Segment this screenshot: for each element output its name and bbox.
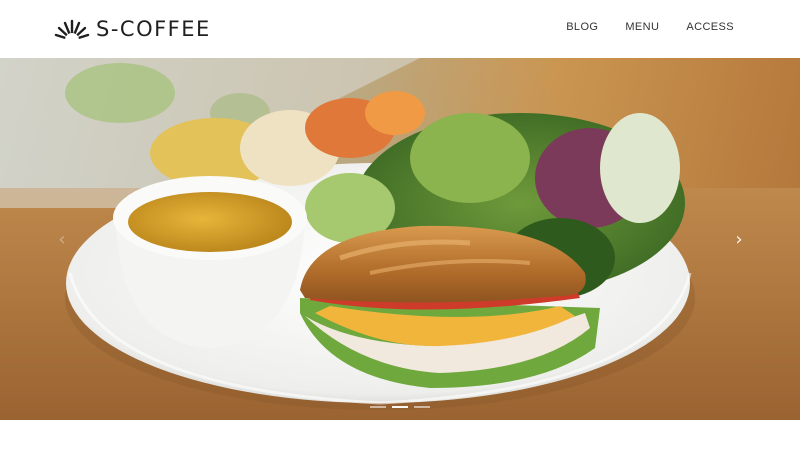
nav-link-blog[interactable]: BLOG <box>566 21 598 33</box>
sunburst-icon <box>54 19 90 42</box>
site-logo[interactable]: S-COFFEE <box>52 14 211 44</box>
nav-link-menu[interactable]: MENU <box>625 21 659 33</box>
page-below-hero <box>0 420 800 450</box>
slider-dot-active[interactable] <box>392 406 408 408</box>
slider-prev-arrow[interactable]: ‹ <box>52 229 72 250</box>
hero-slider: ‹ › <box>0 58 800 420</box>
slider-pagination <box>0 406 800 408</box>
nav-link-access[interactable]: ACCESS <box>686 21 734 33</box>
site-header: S-COFFEE BLOG MENU ACCESS <box>0 0 800 58</box>
slider-dot[interactable] <box>370 406 386 408</box>
logo-text: S-COFFEE <box>96 17 211 41</box>
hero-image <box>0 58 800 420</box>
main-nav: BLOG MENU ACCESS <box>566 21 734 33</box>
slider-dot[interactable] <box>414 406 430 408</box>
slider-next-arrow[interactable]: › <box>729 229 749 250</box>
